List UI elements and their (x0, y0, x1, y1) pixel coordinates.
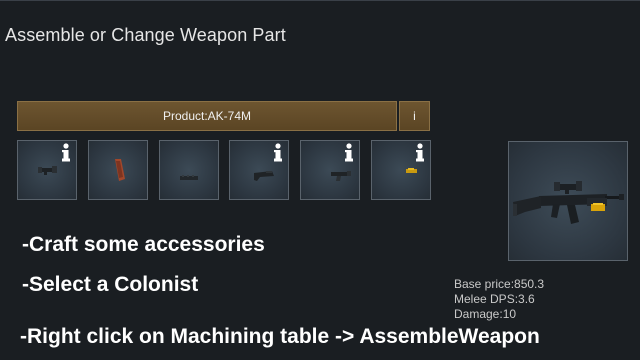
info-icon[interactable] (60, 143, 72, 163)
part-slot-2[interactable] (88, 140, 148, 200)
info-icon[interactable] (343, 143, 355, 163)
ammo-part-icon (406, 168, 417, 173)
stock-part-icon (254, 171, 274, 181)
magazine-part-icon (115, 159, 125, 181)
part-slot-1[interactable] (17, 140, 77, 200)
part-slot-5[interactable] (300, 140, 360, 200)
stat-base-price: Base price:850.3 (454, 277, 545, 291)
weapon-preview (508, 141, 628, 261)
grip-part-icon (331, 171, 351, 181)
rail-part-icon (180, 175, 198, 180)
product-info-label: i (413, 109, 416, 123)
info-icon[interactable] (414, 143, 426, 163)
weapon-stats: Base price:850.3 Melee DPS:3.6 Damage:10 (454, 277, 544, 322)
instruction-line-3: -Right click on Machining table -> Assem… (20, 325, 540, 348)
product-select-button[interactable]: Product:AK-74M (17, 101, 397, 131)
assemble-weapon-window: Assemble or Change Weapon Part Product:A… (0, 0, 640, 360)
scope-part-icon (38, 166, 57, 175)
product-info-button[interactable]: i (399, 101, 430, 131)
window-title: Assemble or Change Weapon Part (5, 25, 286, 45)
instruction-line-1: -Craft some accessories (22, 233, 265, 256)
stat-melee-dps: Melee DPS:3.6 (454, 292, 535, 306)
part-slot-6[interactable] (371, 140, 431, 200)
part-slot-3[interactable] (159, 140, 219, 200)
info-icon[interactable] (272, 143, 284, 163)
instruction-line-2: -Select a Colonist (22, 273, 199, 296)
part-slot-4[interactable] (229, 140, 289, 200)
stat-damage: Damage:10 (454, 307, 517, 321)
product-label: Product:AK-74M (162, 109, 252, 123)
rifle-icon (513, 181, 624, 224)
